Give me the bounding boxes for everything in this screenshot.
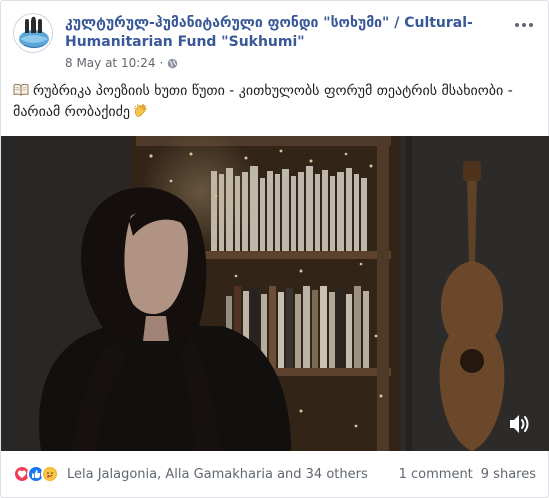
more-options-button[interactable] [512, 15, 536, 35]
reactions-bar: Lela Jalagonia, Alla Gamakharia and 34 o… [13, 459, 536, 489]
post-timestamp[interactable]: 8 May at 10:24 [65, 56, 156, 70]
post-meta: 8 May at 10:24 · [65, 56, 178, 70]
more-dot [522, 23, 526, 27]
care-reaction-icon [41, 465, 59, 483]
post-card: კულტურულ-ჰუმანიტარული ფონდი "სოხუმი" / C… [0, 0, 549, 498]
video-frame [1, 136, 549, 451]
thumbs-up-icon [32, 470, 41, 478]
page-avatar[interactable] [13, 13, 53, 53]
speaker-icon [510, 415, 529, 433]
hug-face-icon [44, 468, 56, 480]
meta-separator: · [159, 56, 164, 70]
shares-count-link[interactable]: 9 shares [481, 467, 536, 482]
more-dot [515, 23, 519, 27]
more-dot [529, 23, 533, 27]
reaction-names-link[interactable]: Lela Jalagonia, Alla Gamakharia and 34 o… [67, 467, 368, 482]
clapping-hands-icon [133, 103, 147, 117]
post-header: კულტურულ-ჰუმანიტარული ფონდი "სოხუმი" / C… [13, 13, 536, 75]
globe-icon[interactable] [167, 58, 178, 69]
video-player[interactable] [1, 136, 549, 451]
fund-logo-icon [14, 14, 52, 52]
page-name-link[interactable]: კულტურულ-ჰუმანიტარული ფონდი "სოხუმი" / C… [65, 14, 505, 52]
comments-count-link[interactable]: 1 comment [399, 467, 473, 482]
heart-icon [17, 470, 27, 478]
open-book-icon [13, 83, 29, 96]
engagement-counts: 1 comment 9 shares [399, 467, 536, 482]
post-body-text: რუბრიკა პოეზიის ხუთი წუთი - კითხულობს ფო… [13, 83, 513, 120]
post-text: რუბრიკა პოეზიის ხუთი წუთი - კითხულობს ფო… [13, 81, 533, 123]
sound-toggle-button[interactable] [504, 409, 534, 439]
reaction-icons[interactable] [13, 465, 59, 483]
